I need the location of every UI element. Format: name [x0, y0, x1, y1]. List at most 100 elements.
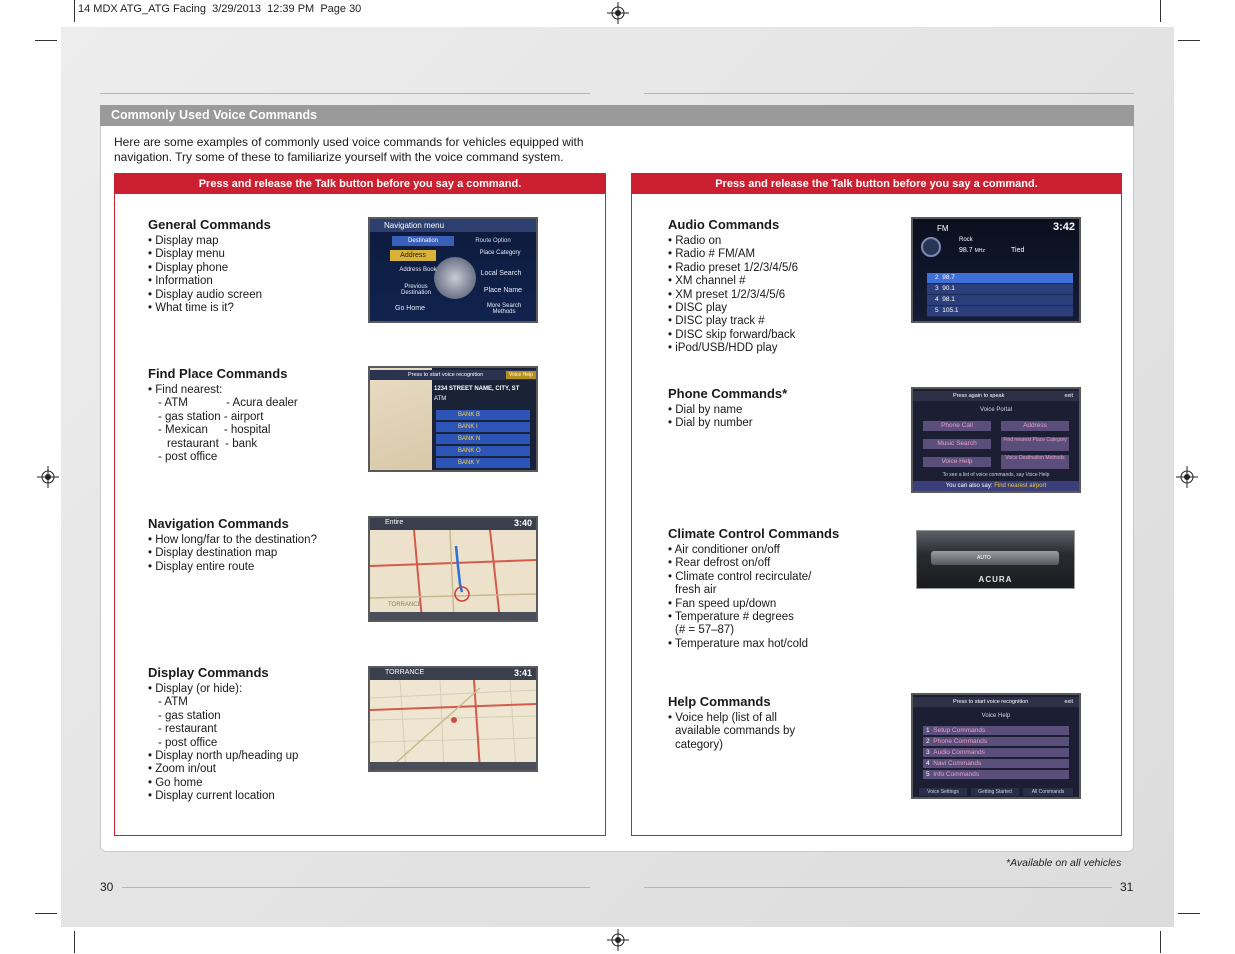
- crop-mark: [74, 931, 75, 953]
- exit-label: exit: [1064, 393, 1073, 399]
- voice-portal-screenshot: Press again to speak exit Voice Portal P…: [911, 387, 1081, 493]
- hint-bar: Press to start voice recognition: [913, 697, 1079, 707]
- left-box-header: Press and release the Talk button before…: [115, 174, 605, 194]
- intro-text: Here are some examples of commonly used …: [114, 135, 584, 164]
- list-item: Go home: [148, 777, 298, 790]
- help-tab: All Commands: [1023, 788, 1073, 796]
- portal-hint-line: To see a list of voice commands, say Voi…: [942, 472, 1050, 478]
- result-row: BANK O: [436, 446, 530, 456]
- list-item: Temperature max hot/cold: [668, 638, 839, 651]
- map-time: 3:40: [513, 518, 532, 528]
- list-item: Fan speed up/down: [668, 598, 839, 611]
- help-row: 5 Info Commands: [923, 770, 1069, 779]
- hint-bar: Press again to speak: [913, 391, 1079, 401]
- list-item: Display map: [148, 235, 271, 248]
- screen-title-bar: Navigation menu: [370, 219, 536, 232]
- registration-mark-icon: [37, 466, 59, 488]
- climate-auto-label: AUTO: [977, 555, 991, 561]
- menu-button-more-search: More Search Methods: [486, 303, 522, 315]
- right-box-header: Press and release the Talk button before…: [632, 174, 1121, 194]
- phone-commands-title: Phone Commands*: [668, 386, 788, 401]
- audio-band: FM: [937, 224, 949, 233]
- registration-mark-icon: [1176, 466, 1198, 488]
- audio-frequency: 98.7 MHz: [959, 247, 985, 254]
- navigation-map-screenshot: Entire 3:40 TORRANCE: [368, 516, 538, 622]
- list-item: How long/far to the destination?: [148, 534, 317, 547]
- portal-title: Voice Portal: [979, 407, 1013, 413]
- preset-row: 4 98.1: [927, 295, 1073, 305]
- audio-commands-title: Audio Commands: [668, 217, 780, 232]
- list-item: restaurant - bank: [167, 437, 258, 450]
- display-map-screenshot: TORRANCE 3:41: [368, 666, 538, 772]
- list-item: Display phone: [148, 262, 271, 275]
- hint-text: Press to start voice recognition: [408, 372, 484, 378]
- page-number-left: 30: [100, 880, 114, 894]
- list-item: Find nearest:: [148, 384, 298, 397]
- crop-mark: [74, 0, 75, 22]
- list-item: Radio on: [668, 235, 798, 248]
- portal-suggestion-line: You can also say: Find nearest airport: [913, 481, 1079, 491]
- help-tab: Voice Settings: [919, 788, 967, 796]
- audio-commands: Audio Commands Radio on Radio # FM/AM Ra…: [668, 217, 798, 356]
- list-item: XM preset 1/2/3/4/5/6: [668, 289, 798, 302]
- crop-mark: [1178, 40, 1200, 41]
- voice-help-label: Voice Help: [506, 371, 536, 379]
- display-commands-title: Display Commands: [148, 665, 269, 680]
- crop-mark: [1160, 0, 1161, 22]
- result-row: BANK N: [436, 434, 530, 444]
- list-item: Display menu: [148, 248, 271, 261]
- list-item: Voice help (list of all: [668, 712, 795, 725]
- help-commands: Help Commands Voice help (list of all av…: [668, 694, 795, 752]
- footer-rule: [122, 887, 590, 888]
- header-rule: [100, 93, 590, 94]
- menu-tab-route-option: Route Option: [475, 238, 511, 244]
- list-item: - gas station: [158, 709, 221, 722]
- list-item: Climate control recirculate/: [668, 571, 839, 584]
- navigation-menu-screenshot: Navigation menu Destination Route Option…: [368, 217, 538, 323]
- preset-row: 2 98.7: [927, 273, 1073, 283]
- screen-title: Navigation menu: [384, 221, 445, 230]
- list-item: - post office: [158, 736, 218, 749]
- list-item: XM channel #: [668, 275, 798, 288]
- list-item: Zoom in/out: [148, 763, 298, 776]
- portal-button: Music Search: [923, 439, 991, 449]
- climate-commands-title: Climate Control Commands: [668, 526, 840, 541]
- audio-station-name: Tied: [1011, 247, 1025, 254]
- acura-logo: ACURA: [978, 575, 1013, 584]
- list-item: DISC play: [668, 302, 798, 315]
- list-item: category): [675, 738, 723, 751]
- phone-commands: Phone Commands* Dial by name Dial by num…: [668, 386, 787, 431]
- menu-tab-destination: Destination: [392, 236, 454, 246]
- menu-button-place-name: Place Name: [483, 287, 523, 294]
- preset-row: 5 105.1: [927, 306, 1073, 316]
- list-item: Display current location: [148, 790, 298, 803]
- help-title: Voice Help: [981, 713, 1011, 719]
- hint-text: Press to start voice recognition: [953, 699, 1029, 705]
- page-number-right: 31: [1120, 880, 1134, 894]
- audio-screenshot: FM 3:42 Rock 98.7 MHz Tied 2 98.7 3 90.1…: [911, 217, 1081, 323]
- crop-mark: [1160, 931, 1161, 953]
- portal-button: Voice Help: [923, 457, 991, 467]
- exit-label: exit: [1064, 699, 1073, 705]
- menu-button-address-book: Address Book: [399, 267, 437, 273]
- list-item: - gas station - airport: [158, 410, 264, 423]
- portal-button: Phone Call: [923, 421, 991, 431]
- result-address: 1234 STREET NAME, CITY, ST: [434, 386, 520, 392]
- find-place-commands-title: Find Place Commands: [148, 366, 288, 381]
- climate-panel-photo: AUTO ACURA: [916, 530, 1075, 589]
- list-item: - Mexican - hospital: [158, 424, 271, 437]
- list-item: iPod/USB/HDD play: [668, 342, 798, 355]
- header-rule: [644, 93, 1134, 94]
- result-row: BANK B: [436, 410, 530, 420]
- map-bottom-bar: [370, 612, 536, 620]
- preset-row: 3 90.1: [927, 284, 1073, 294]
- city-map-graphic: [370, 679, 536, 770]
- list-item: - restaurant: [158, 723, 217, 736]
- portal-button: Address: [1001, 421, 1069, 431]
- crop-mark: [35, 913, 57, 914]
- list-item: Display north up/heading up: [148, 750, 298, 763]
- menu-button-place-category: Place Category: [479, 250, 521, 256]
- list-item: Dial by number: [668, 417, 787, 430]
- menu-dial: [434, 257, 476, 299]
- crop-mark: [35, 40, 57, 41]
